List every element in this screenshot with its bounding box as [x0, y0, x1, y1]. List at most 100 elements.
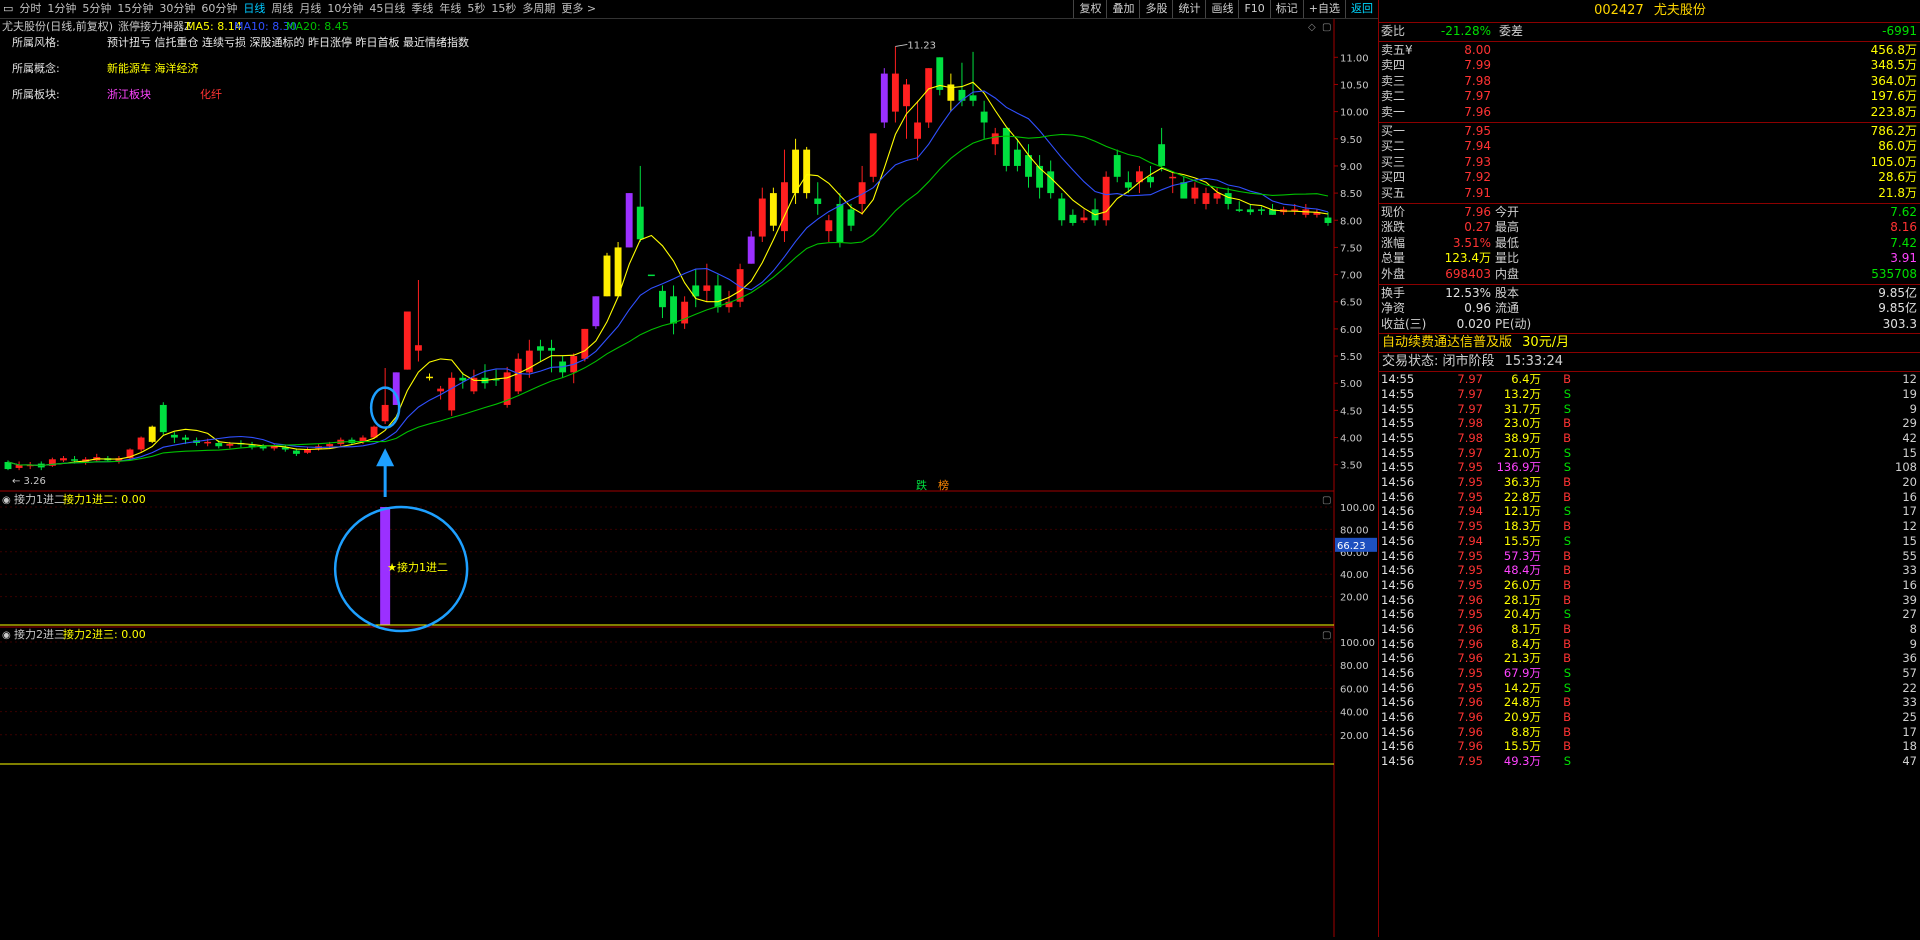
toolbar-button-7[interactable]: +自选 — [1302, 0, 1345, 18]
tick-count: 29 — [1902, 416, 1917, 431]
candle-body — [204, 441, 212, 444]
tick-time: 14:56 — [1381, 475, 1415, 490]
candle-body — [1102, 176, 1110, 221]
candle-body — [437, 388, 445, 392]
y-label: 4.50 — [1340, 406, 1362, 417]
tab-12[interactable]: 年线 — [436, 0, 464, 18]
ask-price: 7.97 — [1464, 89, 1491, 104]
fundamental-stats: 换手 12.53% 股本 9.85亿 净资 0.96 流通 9.85亿 收益(三) 0.020 PE… — [1379, 285, 1920, 335]
tick-count: 25 — [1902, 710, 1917, 725]
toolbar-button-5[interactable]: F10 — [1238, 0, 1269, 18]
ask-label: 卖四 — [1381, 58, 1406, 73]
tick-volume: 14.2万 — [1503, 680, 1541, 695]
ask-volume: 456.8万 — [1870, 42, 1917, 57]
stock-name: 尤夫股份 — [1653, 3, 1706, 18]
toolbar-button-4[interactable]: 画线 — [1205, 0, 1238, 18]
fund-row: 收益(三) 0.020 PE(动) 303.3 — [1379, 317, 1920, 333]
toolbar-button-1[interactable]: 叠加 — [1106, 0, 1139, 18]
tick-count: 42 — [1902, 431, 1917, 446]
tick-volume: 67.9万 — [1503, 666, 1541, 681]
tick-row: 14:56 7.95 20.4万 S 27 — [1379, 607, 1920, 622]
bid-price: 7.92 — [1464, 170, 1491, 185]
tab-6[interactable]: 日线 — [240, 0, 268, 18]
tick-row: 14:56 7.95 49.3万 S 47 — [1379, 754, 1920, 769]
candle-body — [625, 193, 633, 248]
stat-value: 7.96 — [1464, 204, 1491, 219]
tick-count: 18 — [1902, 739, 1917, 754]
tab-7[interactable]: 周线 — [268, 0, 296, 18]
tick-volume: 8.8万 — [1511, 724, 1541, 739]
quote-panel: 002427 尤夫股份 委比 -21.28% 委差 -6991 卖五¥ 8.00 4… — [1378, 0, 1920, 937]
candle-body — [903, 84, 910, 107]
tick-side: S — [1563, 504, 1571, 519]
sub2-y-label: 100.00 — [1340, 638, 1375, 649]
candle-body — [414, 345, 422, 351]
sub1-y-label: 80.00 — [1340, 525, 1369, 536]
toolbar-button-6[interactable]: 标记 — [1269, 0, 1303, 18]
candle-body — [714, 285, 722, 308]
stat-row: 外盘 698403 内盘 535708 — [1379, 267, 1920, 283]
candles-group — [4, 46, 1332, 471]
fund-value: 303.3 — [1882, 316, 1917, 331]
tab-1[interactable]: 1分钟 — [44, 0, 79, 18]
tick-side: B — [1563, 695, 1571, 710]
toolbar-button-8[interactable]: 返回 — [1345, 0, 1378, 18]
bid-book: 买一 7.95 786.2万 买二 7.94 86.0万 买三 7.93 105.0万 买四 7.9… — [1379, 123, 1920, 204]
ask-label: 卖三 — [1381, 73, 1406, 88]
tick-count: 36 — [1902, 651, 1917, 666]
tick-time: 14:56 — [1381, 754, 1415, 769]
tab-13[interactable]: 5秒 — [464, 0, 488, 18]
bid-volume: 28.6万 — [1878, 170, 1917, 185]
toolbar-button-2[interactable]: 多股 — [1139, 0, 1172, 18]
tab-8[interactable]: 月线 — [296, 0, 324, 18]
candle-body — [159, 404, 167, 433]
tick-volume: 21.3万 — [1503, 651, 1541, 666]
bid-row: 买四 7.92 28.6万 — [1379, 170, 1920, 186]
bid-label: 买五 — [1381, 185, 1406, 200]
bid-price: 7.91 — [1464, 185, 1491, 200]
tick-volume: 20.9万 — [1503, 710, 1541, 725]
tab-11[interactable]: 季线 — [408, 0, 436, 18]
tick-count: 15 — [1902, 533, 1917, 548]
toolbar-button-3[interactable]: 统计 — [1172, 0, 1205, 18]
tick-volume: 26.0万 — [1503, 577, 1541, 592]
y-label: 10.00 — [1340, 108, 1369, 119]
candle-body — [459, 377, 467, 381]
candle-body — [292, 450, 300, 454]
candle-body — [182, 437, 189, 440]
tick-volume: 36.3万 — [1503, 475, 1541, 490]
fund-row: 换手 12.53% 股本 9.85亿 — [1379, 286, 1920, 302]
candle-body — [991, 133, 999, 145]
tab-2[interactable]: 5分钟 — [79, 0, 114, 18]
tick-volume: 49.3万 — [1503, 754, 1541, 769]
candle-body — [1158, 144, 1166, 166]
tab-10[interactable]: 45日线 — [366, 0, 408, 18]
ask-book: 卖五¥ 8.00 456.8万 卖四 7.99 348.5万 卖三 7.98 364.0万 卖二 7… — [1379, 42, 1920, 123]
indicator-name: 涨停接力神器Z — [118, 19, 192, 33]
tab-9[interactable]: 10分钟 — [324, 0, 366, 18]
tab-4[interactable]: 30分钟 — [156, 0, 198, 18]
ask-price: 7.98 — [1464, 73, 1491, 88]
tab-5[interactable]: 60分钟 — [198, 0, 240, 18]
tick-list[interactable]: 14:55 7.97 6.4万 B 12 14:55 7.97 13.2万 S 19 14:55 7.… — [1379, 372, 1920, 769]
tab-3[interactable]: 15分钟 — [114, 0, 156, 18]
ad-banner[interactable]: 自动续费通达信普及版 30元/月 — [1379, 334, 1920, 354]
tick-time: 14:55 — [1381, 372, 1415, 387]
kline-chart-svg[interactable]: 11.00 10.50 10.00 9.50 9.00 8.50 8.00 7.50 7.00 6… — [0, 19, 1378, 937]
toolbar-menu-icon[interactable]: ▭ — [0, 0, 16, 18]
ask-volume: 197.6万 — [1870, 89, 1917, 104]
stat-label: 现价 — [1381, 204, 1406, 219]
tick-price: 7.96 — [1457, 710, 1483, 725]
tick-volume: 23.0万 — [1503, 416, 1541, 431]
candle-body — [592, 296, 600, 327]
stat-value: 535708 — [1871, 266, 1917, 281]
tick-time: 14:56 — [1381, 695, 1415, 710]
candle-body — [647, 274, 655, 277]
tab-16[interactable]: 更多 > — [558, 0, 599, 18]
y-label: 6.50 — [1340, 298, 1362, 309]
tab-15[interactable]: 多周期 — [519, 0, 558, 18]
candle-body — [769, 193, 777, 226]
tab-0[interactable]: 分时 — [16, 0, 44, 18]
tab-14[interactable]: 15秒 — [488, 0, 519, 18]
toolbar-button-0[interactable]: 复权 — [1073, 0, 1106, 18]
